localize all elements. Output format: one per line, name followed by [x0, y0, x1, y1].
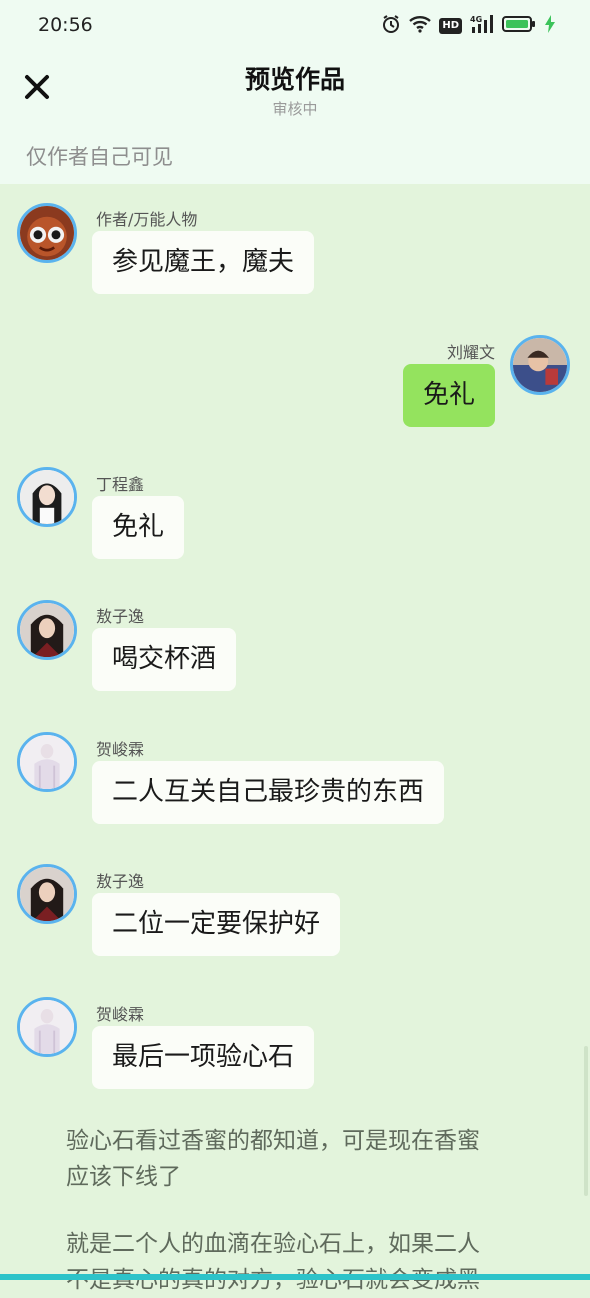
narration-line: 验心石看过香蜜的都知道，可是现在香蜜	[66, 1128, 480, 1154]
sender-name: 丁程鑫	[96, 475, 145, 494]
top-bar: 20:56 HD 4G 预览作品 审核中 仅作者自己可见	[0, 0, 590, 184]
narration-paragraph: 就是二个人的血滴在验心石上，如果二人 不是真心的真的对方，验心石就会变成黑	[66, 1226, 526, 1298]
sender-name: 刘耀文	[446, 343, 495, 362]
narration-line: 就是二个人的血滴在验心石上，如果二人	[66, 1231, 480, 1257]
page-title: 预览作品	[244, 65, 345, 94]
message-bubble[interactable]: 参见魔王，魔夫	[92, 231, 315, 294]
avatar-ao-ziyi[interactable]	[17, 864, 77, 924]
scrollbar[interactable]	[584, 1046, 588, 1196]
avatar-he-junlin[interactable]	[17, 732, 77, 792]
sender-name: 敖子逸	[96, 607, 145, 626]
hd-icon: HD	[439, 18, 462, 34]
charging-icon	[544, 15, 556, 37]
narration-paragraph: 验心石看过香蜜的都知道，可是现在香蜜 应该下线了	[66, 1123, 526, 1195]
sender-name: 作者/万能人物	[96, 210, 198, 229]
avatar-liu-yaowen[interactable]	[510, 335, 570, 395]
message-bubble[interactable]: 免礼	[92, 496, 185, 559]
status-icons: HD 4G	[381, 14, 556, 38]
avatar-ding-chengxin[interactable]	[17, 467, 77, 527]
alarm-icon	[381, 14, 401, 38]
message-bubble[interactable]: 最后一项验心石	[92, 1026, 315, 1089]
message-bubble[interactable]: 二位一定要保护好	[92, 893, 341, 956]
avatar-author[interactable]	[17, 203, 77, 263]
bottom-progress-bar	[0, 1274, 590, 1280]
narration-line: 不是真心的真的对方，验心石就会变成黑	[66, 1267, 480, 1293]
narration-line: 应该下线了	[66, 1164, 181, 1190]
avatar-ao-ziyi[interactable]	[17, 600, 77, 660]
review-status: 审核中	[272, 100, 318, 118]
status-time: 20:56	[38, 14, 93, 36]
sender-name: 贺峻霖	[96, 1005, 145, 1024]
message-bubble-mine[interactable]: 免礼	[403, 364, 496, 427]
battery-icon	[502, 15, 536, 37]
message-bubble[interactable]: 喝交杯酒	[92, 628, 237, 691]
wifi-icon	[409, 15, 432, 37]
sender-name: 贺峻霖	[96, 740, 145, 759]
privacy-note: 仅作者自己可见	[26, 145, 173, 169]
sender-name: 敖子逸	[96, 872, 145, 891]
message-bubble[interactable]: 二人互关自己最珍贵的东西	[92, 761, 445, 824]
signal-4g-icon: 4G	[470, 14, 494, 38]
avatar-he-junlin[interactable]	[17, 997, 77, 1057]
svg-text:4G: 4G	[470, 15, 482, 24]
